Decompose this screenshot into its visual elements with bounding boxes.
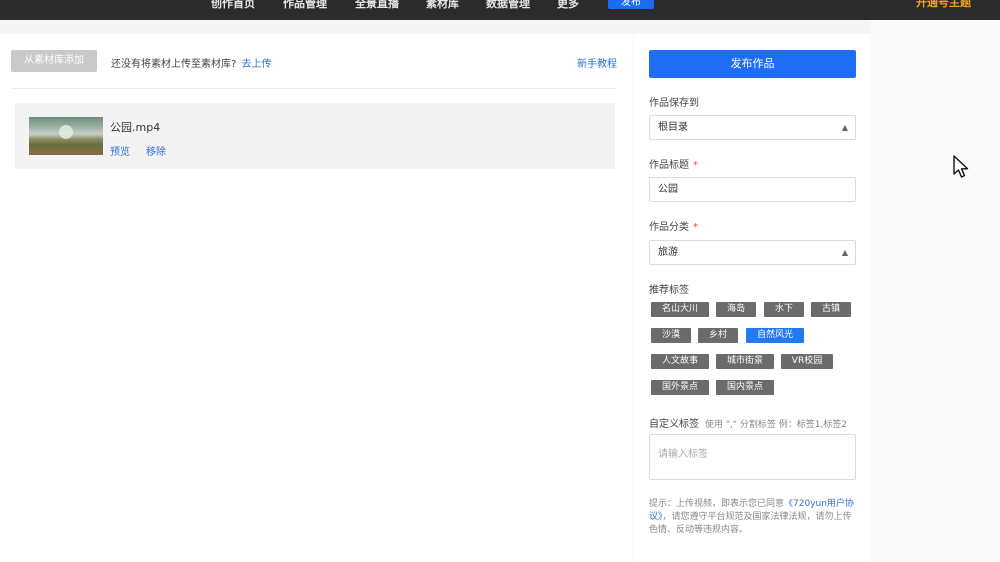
custom-tags-label: 自定义标签 使用 "," 分割标签 例：标签1,标签2 [649,415,847,430]
mouse-cursor-icon [953,155,969,178]
tag-chip-active[interactable]: 自然风光 [746,328,804,343]
nav-item-works[interactable]: 作品管理 [283,0,327,20]
file-name: 公园.mp4 [110,121,161,134]
upload-hint-text: 还没有将素材上传至素材库? [111,59,237,70]
tag-chip[interactable]: 海岛 [716,302,756,317]
tip-prefix: 提示：上传视频，即表示您已同意 [649,499,785,509]
tag-chip[interactable]: 国外景点 [651,380,709,395]
title-value: 公园 [658,184,678,195]
nav-publish-button[interactable]: 发布 [608,0,654,9]
save-to-value: 根目录 [658,122,688,133]
tip-suffix: ，请您遵守平台规范及国家法律法规，请勿上传色情、反动等违规内容。 [649,512,852,535]
tag-chip[interactable]: 古镇 [811,302,851,317]
save-to-label: 作品保存到 [649,98,699,109]
tag-chip[interactable]: 乡村 [698,328,738,343]
nav-item-home[interactable]: 创作首页 [211,0,255,20]
remove-link[interactable]: 移除 [146,143,166,158]
custom-tags-input[interactable]: 请输入标签 [649,434,856,480]
nav-item-more[interactable]: 更多 [557,0,579,20]
tags-label: 推荐标签 [649,285,689,296]
custom-tags-hint: 使用 "," 分割标签 例：标签1,标签2 [705,420,848,430]
category-label: 作品分类 * [649,218,698,233]
preview-link[interactable]: 预览 [110,143,130,158]
uploaded-file-card: 公园.mp4 预览 移除 [15,103,615,169]
tag-chip[interactable]: 国内景点 [716,380,774,395]
tag-chip[interactable]: VR校园 [781,354,833,369]
divider [11,88,617,89]
select-arrow-icon: ▲︎ [841,248,848,257]
upload-hint: 还没有将素材上传至素材库? 去上传 [111,55,272,70]
category-value: 旅游 [658,247,678,258]
title-label: 作品标题 * [649,156,698,171]
nav-item-library[interactable]: 素材库 [426,0,459,20]
top-nav-bar: 创作首页 作品管理 全景直播 素材库 数据管理 更多 发布 开通号主题 [0,0,1000,20]
nav-login-link[interactable]: 开通号主题 [916,0,971,8]
page-background-right [870,20,1000,562]
save-to-select[interactable]: 根目录 ▲︎ [649,115,856,140]
tag-chip[interactable]: 名山大川 [651,302,709,317]
custom-tags-label-text: 自定义标签 [649,419,699,430]
category-label-text: 作品分类 [649,222,689,233]
add-from-library-button[interactable]: 从素材库添加 [11,50,97,72]
upload-tip: 提示：上传视频，即表示您已同意《720yun用户协议》，请您遵守平台规范及国家法… [649,498,857,537]
title-input[interactable]: 公园 [649,177,856,202]
nav-item-live[interactable]: 全景直播 [355,0,399,20]
tag-chip[interactable]: 沙漠 [651,328,691,343]
title-label-text: 作品标题 [649,160,689,171]
tutorial-link[interactable]: 新手教程 [577,55,617,70]
nav-item-data[interactable]: 数据管理 [486,0,530,20]
tag-chip[interactable]: 水下 [764,302,804,317]
category-select[interactable]: 旅游 ▲︎ [649,240,856,265]
video-thumbnail[interactable] [29,117,103,155]
tag-chip[interactable]: 城市街景 [716,354,774,369]
publish-sidebar [634,34,870,562]
select-arrow-icon: ▲︎ [841,123,848,132]
go-upload-link[interactable]: 去上传 [242,59,272,70]
required-mark: * [693,160,698,171]
tag-chip[interactable]: 人文故事 [651,354,709,369]
publish-work-button[interactable]: 发布作品 [649,50,856,78]
required-mark: * [693,222,698,233]
custom-tags-placeholder: 请输入标签 [658,449,708,460]
